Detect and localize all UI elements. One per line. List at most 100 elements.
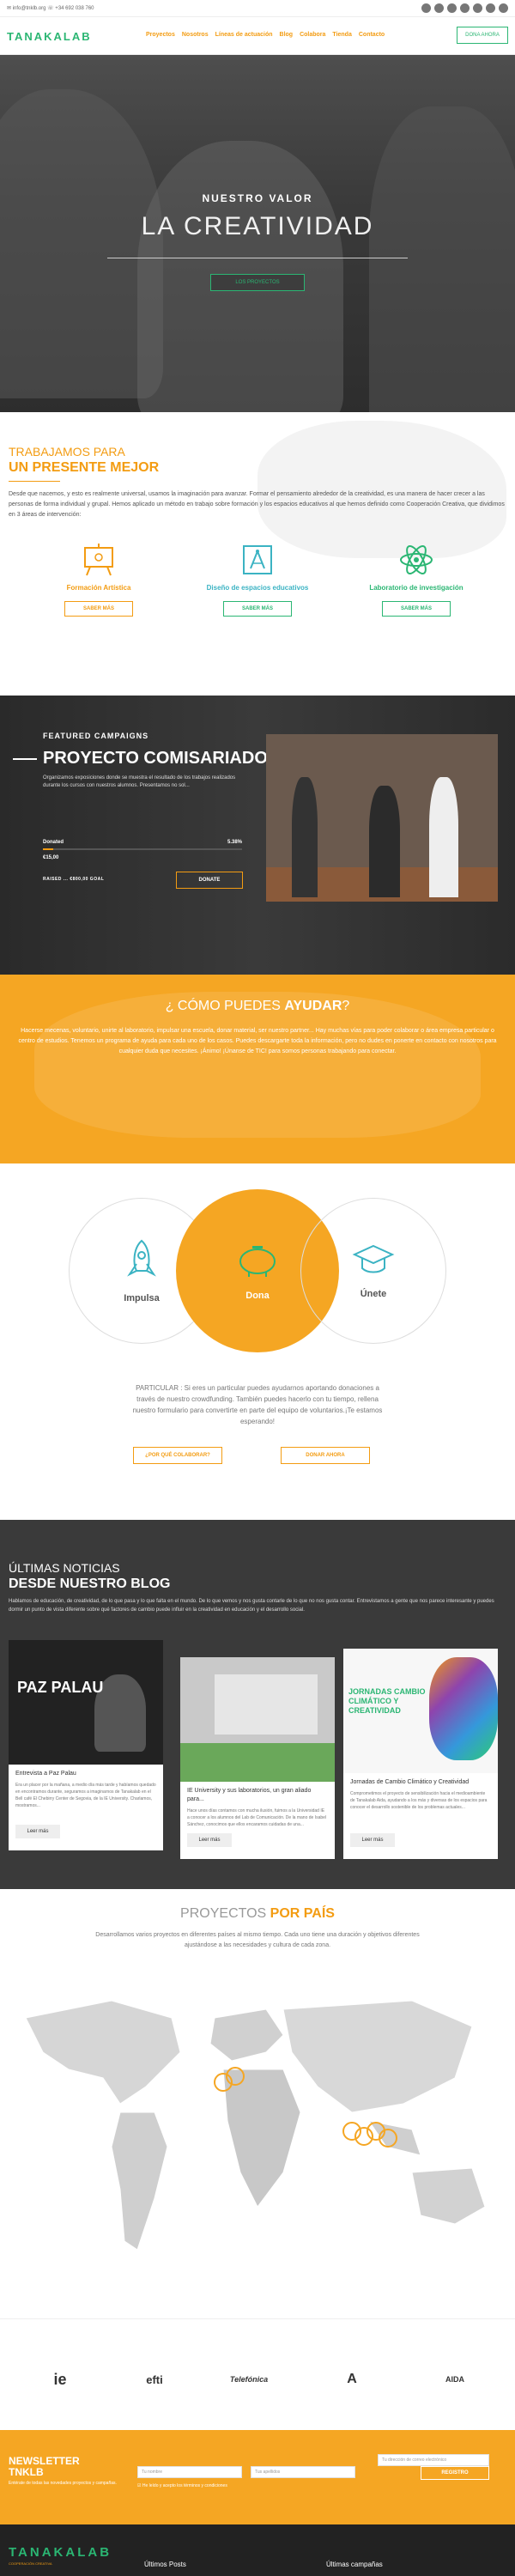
action-label: Únete: [360, 1289, 387, 1299]
nav-item-contacto[interactable]: Contacto: [359, 32, 385, 38]
blog-title: ÚLTIMAS NOTICIAS: [9, 1561, 120, 1575]
intro-title-bold: UN PRESENTE MEJOR: [9, 460, 160, 475]
social-links: [421, 3, 508, 13]
partner-logo-ie[interactable]: ie: [26, 2362, 94, 2397]
footer-heading-posts: Últimos Posts: [144, 2561, 186, 2568]
rocket-icon: [127, 1239, 156, 1277]
post-excerpt: Hace unos días contamos con mucha ilusió…: [187, 1808, 327, 1827]
raised-goal: RAISED ... €800,00 GOAL: [43, 877, 105, 882]
newsletter-subtitle: Entérate de todas las novedades proyecto…: [9, 2481, 117, 2486]
blog-title-bold: DESDE NUESTRO BLOG: [9, 1577, 171, 1591]
donated-percent: 5.38%: [227, 840, 243, 845]
facebook-icon[interactable]: [421, 3, 431, 13]
nav-item-nosotros[interactable]: Nosotros: [182, 32, 209, 38]
learn-more-button[interactable]: SABER MÁS: [223, 601, 292, 617]
blog-post-card[interactable]: PAZ PALAU Entrevista a Paz Palau Era un …: [9, 1640, 163, 1850]
featured-campaign: FEATURED CAMPAIGNS PROYECTO COMISARIADO …: [0, 696, 515, 975]
campaign-photo: [266, 734, 498, 902]
projects-title: PROYECTOS POR PAÍS: [180, 1906, 335, 1921]
graduation-cap-icon: [352, 1244, 395, 1273]
compass-icon: [239, 541, 276, 579]
nav-item-blog[interactable]: Blog: [280, 32, 294, 38]
site-logo[interactable]: TANAKALAB: [7, 30, 92, 43]
world-map: [25, 2000, 486, 2251]
intro-text: Desde que nacemos, y esto es realmente u…: [9, 491, 505, 518]
footer-tagline: COOPERACIÓN CREATIVA: [9, 2561, 52, 2566]
how-to-help-section: ¿ CÓMO PUEDES AYUDAR? Hacerse mecenas, v…: [0, 975, 515, 1163]
email-input[interactable]: Tu dirección de correo electrónico: [378, 2454, 489, 2466]
post-image-text: PAZ PALAU: [17, 1679, 104, 1696]
nav-item-colabora[interactable]: Colabora: [300, 32, 325, 38]
area-title: Laboratorio de investigación: [369, 584, 464, 592]
why-collaborate-button[interactable]: ¿POR QUÉ COLABORAR?: [133, 1447, 222, 1464]
top-bar: ✉ info@tnklb.org ☏ +34 692 038 760: [0, 0, 515, 17]
vimeo-icon[interactable]: [486, 3, 495, 13]
donate-button[interactable]: DONATE: [176, 872, 243, 889]
terms-checkbox[interactable]: ☑ He leído y acepto los términos y condi…: [137, 2483, 227, 2488]
donated-label: Donated: [43, 840, 64, 845]
blog-section: ÚLTIMAS NOTICIAS DESDE NUESTRO BLOG Habl…: [0, 1520, 515, 1889]
register-button[interactable]: REGISTRO: [421, 2466, 489, 2480]
learn-more-button[interactable]: SABER MÁS: [64, 601, 133, 617]
area-title: Formación Artística: [66, 584, 131, 592]
post-excerpt: Comprometimos el proyecto de sensibiliza…: [350, 1791, 488, 1810]
surname-input[interactable]: Tus apellidos: [251, 2466, 355, 2478]
youtube-icon[interactable]: [473, 3, 482, 13]
learn-more-button[interactable]: SABER MÁS: [382, 601, 451, 617]
action-label: Impulsa: [124, 1293, 160, 1303]
newsletter-section: NEWSLETTER TNKLB Entérate de todas las n…: [0, 2430, 515, 2524]
main-menu: Proyectos Nosotros Líneas de actuación B…: [146, 32, 385, 38]
campaign-description: Organizamos exposiciones donde se muestr…: [43, 775, 236, 788]
blog-intro: Hablamos de educación, de creatividad, d…: [9, 1599, 494, 1613]
particular-text: PARTICULAR : Si eres un particular puede…: [132, 1384, 383, 1425]
hero-title: LA CREATIVIDAD: [141, 212, 374, 240]
projects-button[interactable]: LOS PROYECTOS: [210, 274, 305, 291]
progress-fill: [43, 848, 54, 850]
post-image: [180, 1657, 335, 1782]
partner-logo-telefonica[interactable]: Telefónica: [215, 2362, 283, 2397]
read-more-button[interactable]: Leer más: [350, 1833, 395, 1847]
post-excerpt: Era un placer por la mañana, a medio día…: [15, 1783, 156, 1808]
donate-now-button[interactable]: DONA AHORA: [457, 27, 508, 44]
partner-logo-a[interactable]: A: [318, 2362, 386, 2397]
action-label: Dona: [245, 1291, 270, 1301]
action-unete[interactable]: Únete: [300, 1198, 446, 1344]
read-more-button[interactable]: Leer más: [187, 1833, 232, 1847]
blog-post-card[interactable]: IE University y sus laboratorios, un gra…: [180, 1657, 335, 1859]
donation-progress-bar: [43, 848, 242, 850]
post-title[interactable]: Entrevista a Paz Palau: [9, 1765, 163, 1778]
post-image-text: JORNADAS CAMBIO CLIMÁTICO Y CREATIVIDAD: [348, 1687, 426, 1715]
title-dash: [13, 758, 37, 760]
nav-item-tienda[interactable]: Tienda: [332, 32, 351, 38]
hero-subtitle: NUESTRO VALOR: [202, 192, 313, 204]
read-more-button[interactable]: Leer más: [15, 1825, 60, 1838]
easel-icon: [80, 541, 118, 579]
email-icon[interactable]: [499, 3, 508, 13]
linkedin-icon[interactable]: [460, 3, 470, 13]
help-text: Hacerse mecenas, voluntario, unirte al l…: [18, 1028, 497, 1054]
blog-post-card[interactable]: JORNADAS CAMBIO CLIMÁTICO Y CREATIVIDAD …: [343, 1649, 498, 1859]
piggy-bank-icon: [239, 1246, 276, 1277]
projects-text: Desarrollamos varios proyectos en difere…: [95, 1932, 420, 1948]
post-title[interactable]: Jornadas de Cambio Climático y Creativid…: [343, 1773, 498, 1787]
campaign-title: PROYECTO COMISARIADO: [43, 749, 268, 768]
post-title[interactable]: IE University y sus laboratorios, un gra…: [180, 1782, 335, 1804]
post-image: PAZ PALAU: [9, 1640, 163, 1765]
footer: TANAKALAB COOPERACIÓN CREATIVA Últimos P…: [0, 2524, 515, 2576]
projects-by-country: PROYECTOS POR PAÍS Desarrollamos varios …: [0, 1889, 515, 2318]
nav-item-proyectos[interactable]: Proyectos: [146, 32, 175, 38]
help-actions: Impulsa Dona Únete PARTICULAR : Si eres …: [0, 1163, 515, 1464]
footer-logo[interactable]: TANAKALAB: [9, 2545, 112, 2560]
instagram-icon[interactable]: [447, 3, 457, 13]
atom-icon: [397, 541, 435, 579]
main-header: TANAKALAB Proyectos Nosotros Líneas de a…: [0, 17, 515, 55]
nav-item-lineas[interactable]: Líneas de actuación: [215, 32, 273, 38]
area-card-laboratorio: Laboratorio de investigación SABER MÁS: [365, 541, 468, 617]
name-input[interactable]: Tu nombre: [137, 2466, 242, 2478]
twitter-icon[interactable]: [434, 3, 444, 13]
partner-logo-efti[interactable]: efti: [120, 2362, 189, 2397]
donate-now-button[interactable]: DONAR AHORA: [281, 1447, 370, 1464]
post-image: JORNADAS CAMBIO CLIMÁTICO Y CREATIVIDAD: [343, 1649, 498, 1773]
partners-logos: ie efti Telefónica A AIDA: [0, 2318, 515, 2430]
partner-logo-aida[interactable]: AIDA: [421, 2362, 489, 2397]
